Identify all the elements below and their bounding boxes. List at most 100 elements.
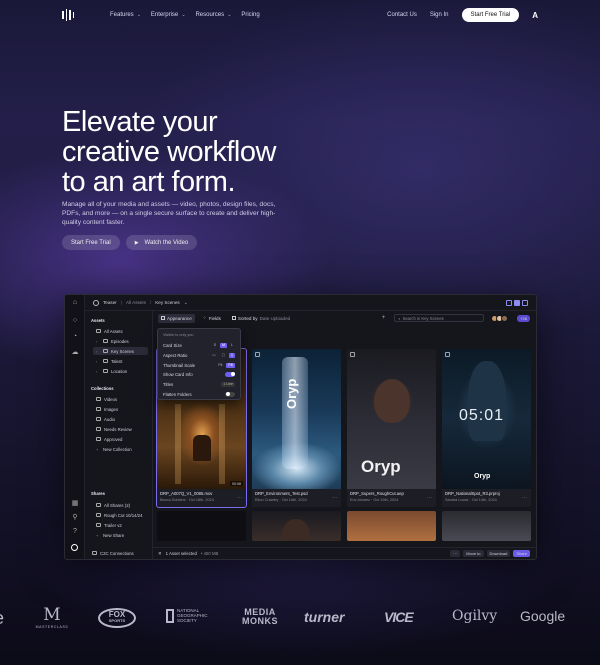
signin-link[interactable]: Sign In [430, 12, 449, 18]
grid-icon[interactable]: ▦ [71, 500, 79, 508]
asset-card[interactable]: Oryp DRP_Environment_Test.psd Elton Craw… [252, 349, 341, 507]
search-input[interactable]: ⌕ Search in Key Scenes [394, 314, 485, 322]
fields-button[interactable]: ⁘ Fields [200, 313, 224, 323]
select-checkbox[interactable] [350, 352, 355, 357]
nav-enterprise[interactable]: Enterprise ⌄ [151, 12, 186, 18]
play-icon: ▶ [134, 239, 139, 246]
cloud-icon[interactable]: ☁ [71, 349, 79, 357]
sidebar-item-needs-review[interactable]: Needs Review [93, 425, 148, 433]
more-icon[interactable]: ··· [522, 495, 527, 501]
nav-resources[interactable]: Resources ⌄ [195, 12, 231, 18]
nav-pricing[interactable]: Pricing [241, 12, 259, 18]
asset-thumbnail: Oryp [347, 349, 436, 489]
asset-name: DRP_Environment_Test.psd [255, 491, 308, 496]
asset-card-partial[interactable] [157, 511, 246, 541]
sidebar-item-rough-cut[interactable]: Rough Cut 10/14/24 [93, 511, 148, 519]
crumb-key-scenes[interactable]: Key Scenes [155, 300, 180, 305]
sidebar-item-videos[interactable]: Videos [93, 395, 148, 403]
asset-meta: Eric Alvarez · Oct 15th, 2024 [350, 498, 399, 502]
more-icon[interactable]: ··· [427, 495, 432, 501]
sidebar-item-episodes[interactable]: › Episodes [93, 337, 148, 345]
share-button[interactable]: Share [513, 550, 530, 557]
collaborator-count[interactable]: +26 [517, 314, 530, 322]
select-checkbox[interactable] [255, 352, 260, 357]
appearance-button[interactable]: Appearance [158, 313, 195, 323]
asset-card-partial[interactable] [347, 511, 436, 541]
select-checkbox[interactable] [445, 352, 450, 357]
chevron-down-icon: ⌄ [136, 12, 141, 18]
selection-size: • 450 MB [200, 551, 219, 556]
top-nav: Features ⌄ Enterprise ⌄ Resources ⌄ Pricing… [0, 0, 600, 30]
chevron-down-icon: ⌄ [181, 12, 186, 18]
watch-video-button[interactable]: ▶ Watch the Video [125, 235, 198, 250]
sidebar-item-key-scenes[interactable]: › Key Scenes [93, 347, 148, 355]
sidebar-item-approved[interactable]: Approved [93, 435, 148, 443]
asset-card-partial[interactable] [252, 511, 341, 541]
brand-logo[interactable] [62, 9, 76, 21]
review-icon [96, 427, 101, 431]
aspect-ratio-selector[interactable]: ▭ ▢ ▯ [210, 352, 235, 358]
sidebar-item-all-shares[interactable]: All Shares (2) [93, 501, 148, 509]
c2c-connections[interactable]: C2C Connections [89, 549, 148, 557]
sort-button[interactable]: Sorted by Date Uploaded [229, 314, 293, 323]
sidebar-item-trailer[interactable]: Trailer v2 [93, 521, 148, 529]
crumb-project[interactable]: Teaser [103, 300, 117, 305]
contact-link[interactable]: Contact Us [387, 12, 417, 18]
search-icon: ⌕ [398, 315, 401, 321]
more-icon[interactable]: ··· [332, 495, 337, 501]
nav-right: Contact Us Sign In Start Free Trial A [387, 8, 538, 22]
masterclass-logo: M MASTERCLASS [35, 605, 69, 629]
fox-sports-logo: FOX SPORTS [98, 608, 136, 628]
start-trial-button[interactable]: Start Free Trial [461, 8, 520, 22]
account-icon[interactable] [71, 544, 78, 551]
sidebar-item-talent[interactable]: › Talent [93, 357, 148, 365]
card-info-row: Show Card Info [163, 370, 235, 378]
sidebar-item-all-assets[interactable]: All Assets [93, 327, 148, 335]
plus-icon: + [96, 532, 99, 538]
sidebar-item-new-collection[interactable]: + New Collection [93, 445, 148, 453]
home-icon[interactable]: ⌂ [71, 299, 79, 307]
asset-card[interactable]: Oryp DRP_Supers_RoughCut.aep Eric Alvare… [347, 349, 436, 507]
customer-logos: e M MASTERCLASS FOX SPORTS NATIONALGEOGR… [0, 600, 600, 636]
asset-sidebar: Assets All Assets › Episodes › Key Scenes … [85, 311, 153, 559]
more-icon[interactable]: ··· [237, 495, 242, 501]
share-icon [96, 503, 101, 507]
sidebar-item-images[interactable]: Images [93, 405, 148, 413]
folder-icon [103, 369, 108, 373]
flatten-folders-toggle[interactable] [225, 391, 235, 397]
search-icon[interactable]: ○ [71, 317, 79, 325]
crumb-all-assets[interactable]: All Assets [126, 300, 146, 305]
layout-toggle[interactable] [506, 299, 528, 306]
square-icon: ▢ [221, 353, 226, 357]
pin-icon[interactable]: ⚲ [71, 514, 79, 522]
asset-card[interactable]: 05:01 Oryp DRP_NationalSpot_R3.prproj Sa… [442, 349, 531, 507]
asset-card-partial[interactable] [442, 511, 531, 541]
close-icon[interactable]: ✕ [158, 551, 162, 557]
folder-icon [103, 349, 108, 353]
nav-features[interactable]: Features ⌄ [110, 12, 141, 18]
titles-row: Titles 1 Line [163, 381, 235, 387]
download-button[interactable]: Download [486, 550, 511, 557]
chevron-right-icon: › [96, 348, 98, 354]
natgeo-logo: NATIONAL GEOGRAPHIC SOCIETY [166, 608, 208, 623]
move-to-button[interactable]: Move to [463, 550, 484, 557]
titles-select[interactable]: 1 Line [221, 381, 235, 387]
google-logo: Google [520, 608, 566, 624]
sidebar-item-new-share[interactable]: + New Share [93, 531, 148, 539]
sidebar-item-audio[interactable]: Audio [93, 415, 148, 423]
nav-links: Features ⌄ Enterprise ⌄ Resources ⌄ Pricing [110, 12, 260, 18]
card-info-toggle[interactable] [225, 371, 235, 377]
bell-icon[interactable]: ◔ [71, 333, 79, 341]
hero-start-trial-button[interactable]: Start Free Trial [62, 235, 120, 250]
help-icon[interactable]: ? [71, 528, 79, 536]
app-preview: ⌂ ○ ◔ ☁ ▦ ⚲ ? Teaser | All Assets / Key … [64, 294, 537, 560]
thumbnail-scale-selector[interactable]: Fit Fill [216, 362, 235, 368]
sidebar-item-location[interactable]: › Location [93, 367, 148, 375]
aspect-ratio-row: Aspect Ratio ▭ ▢ ▯ [163, 352, 235, 358]
collaborator-avatars[interactable] [491, 314, 509, 322]
card-size-selector[interactable]: SML [212, 342, 235, 348]
flatten-folders-row: Flatten Folders [163, 390, 235, 398]
adobe-icon[interactable]: A [532, 11, 538, 20]
more-actions-button[interactable]: ··· [450, 550, 461, 557]
add-icon[interactable]: + [382, 315, 386, 321]
